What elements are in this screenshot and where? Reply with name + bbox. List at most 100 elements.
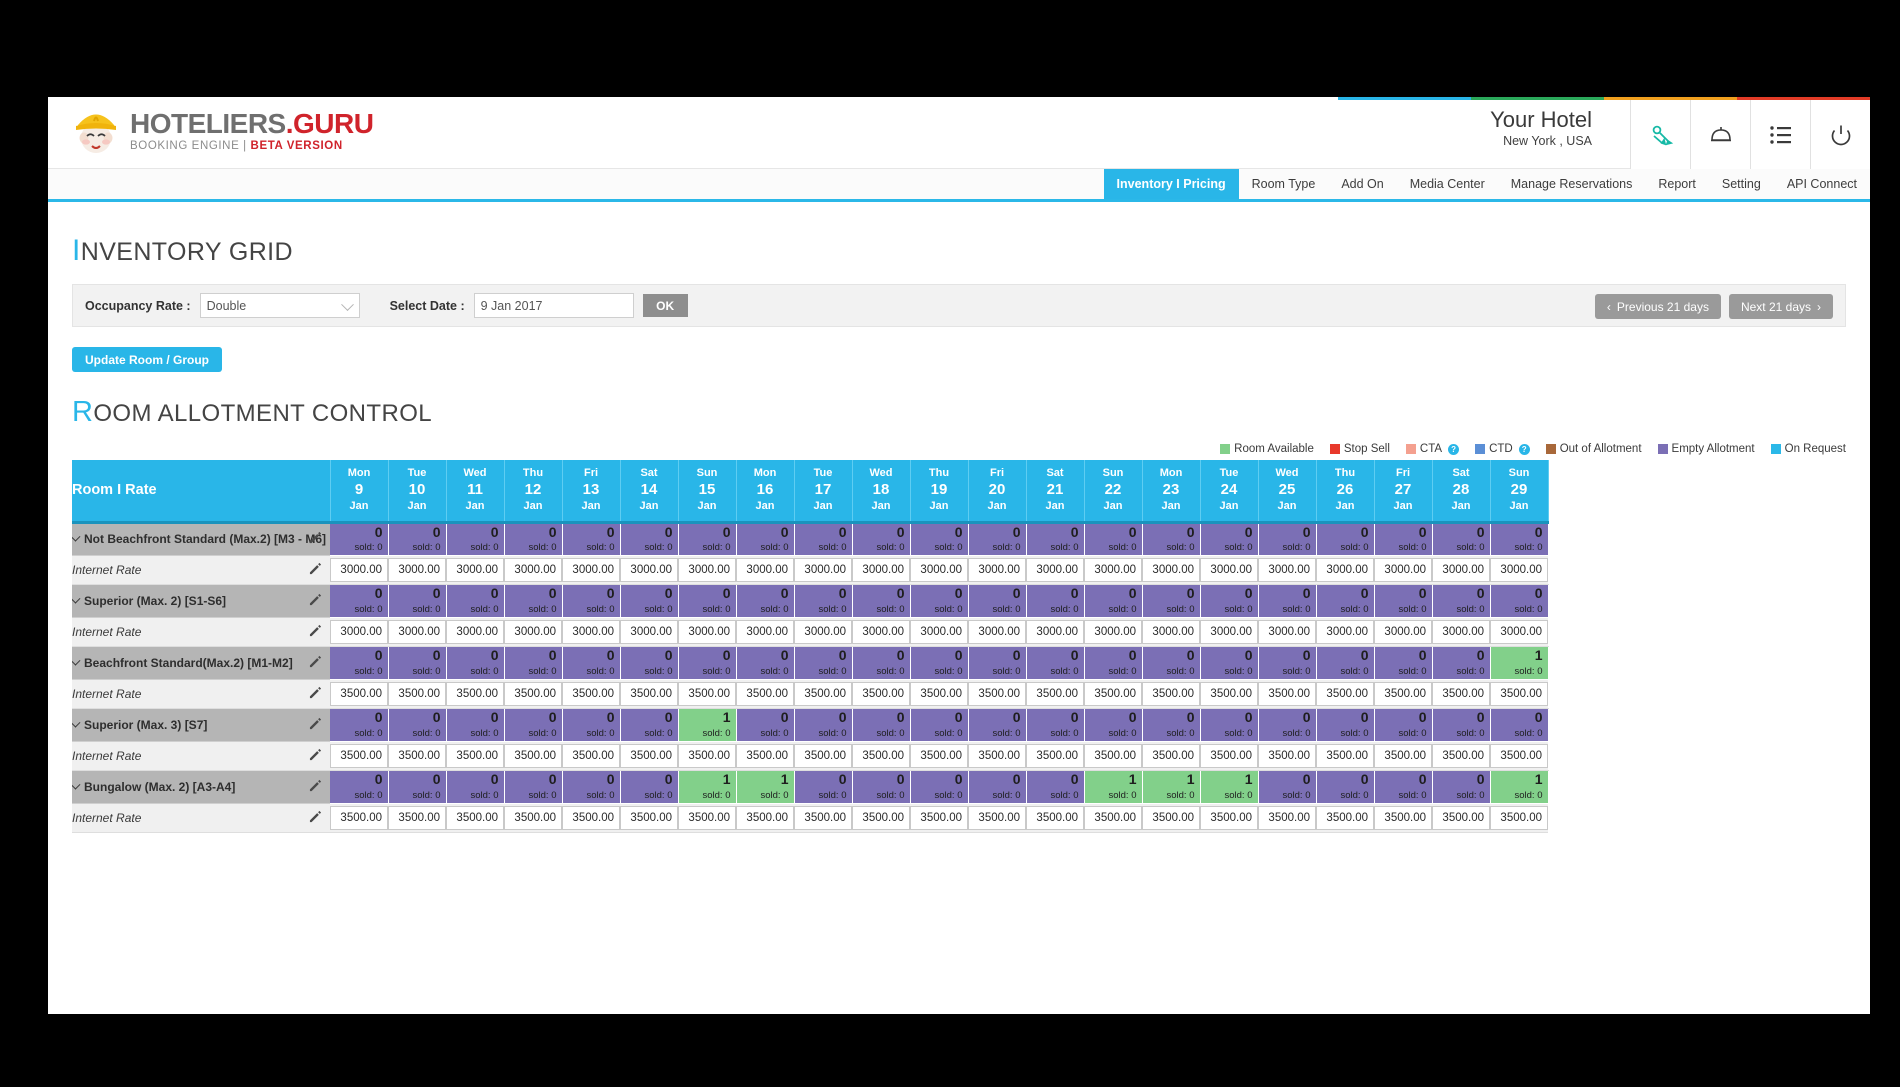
rate-input[interactable]: 3000.00 <box>1258 619 1316 644</box>
allotment-cell[interactable]: 0 sold: 0 <box>1258 646 1317 680</box>
allotment-cell[interactable]: 0 sold: 0 <box>852 708 911 742</box>
allotment-cell[interactable]: 0 sold: 0 <box>1316 584 1375 618</box>
rate-input[interactable]: 3500.00 <box>968 743 1026 768</box>
rate-input[interactable]: 3000.00 <box>446 619 504 644</box>
allotment-cell[interactable]: 0 sold: 0 <box>1374 708 1433 742</box>
rate-input[interactable]: 3000.00 <box>1142 557 1200 582</box>
allotment-cell[interactable]: 1 sold: 0 <box>678 708 737 742</box>
rate-input[interactable]: 3500.00 <box>1490 805 1548 830</box>
allotment-cell[interactable]: 0 sold: 0 <box>1490 522 1549 556</box>
rate-input[interactable]: 3500.00 <box>562 681 620 706</box>
allotment-cell[interactable]: 0 sold: 0 <box>504 584 563 618</box>
allotment-cell[interactable]: 0 sold: 0 <box>388 584 447 618</box>
allotment-cell[interactable]: 0 sold: 0 <box>1026 646 1085 680</box>
allotment-cell[interactable]: 0 sold: 0 <box>1258 708 1317 742</box>
allotment-cell[interactable]: 0 sold: 0 <box>330 522 389 556</box>
rate-input[interactable]: 3000.00 <box>330 619 388 644</box>
allotment-cell[interactable]: 0 sold: 0 <box>1316 770 1375 804</box>
rate-input[interactable]: 3000.00 <box>1432 619 1490 644</box>
rate-input[interactable]: 3000.00 <box>620 619 678 644</box>
rate-input[interactable]: 3500.00 <box>910 805 968 830</box>
rate-input[interactable]: 3500.00 <box>1026 805 1084 830</box>
rate-input[interactable]: 3500.00 <box>910 743 968 768</box>
rate-input[interactable]: 3500.00 <box>620 681 678 706</box>
rate-input[interactable]: 3500.00 <box>562 743 620 768</box>
allotment-cell[interactable]: 0 sold: 0 <box>1432 646 1491 680</box>
allotment-cell[interactable]: 1 sold: 0 <box>736 770 795 804</box>
allotment-cell[interactable]: 0 sold: 0 <box>968 770 1027 804</box>
rate-input[interactable]: 3500.00 <box>1142 743 1200 768</box>
allotment-cell[interactable]: 0 sold: 0 <box>1258 770 1317 804</box>
power-icon[interactable] <box>1810 100 1870 169</box>
chevron-expand-icon[interactable] <box>72 717 81 728</box>
rate-input[interactable]: 3500.00 <box>446 743 504 768</box>
allotment-cell[interactable]: 0 sold: 0 <box>1490 708 1549 742</box>
allotment-cell[interactable]: 0 sold: 0 <box>968 522 1027 556</box>
room-name-cell[interactable]: Superior (Max. 3) [S7] <box>72 708 330 742</box>
rate-input[interactable]: 3000.00 <box>1026 557 1084 582</box>
rate-input[interactable]: 3000.00 <box>504 619 562 644</box>
rate-input[interactable]: 3000.00 <box>910 619 968 644</box>
rate-input[interactable]: 3500.00 <box>1316 805 1374 830</box>
allotment-cell[interactable]: 0 sold: 0 <box>1258 522 1317 556</box>
rate-input[interactable]: 3500.00 <box>504 743 562 768</box>
rate-input[interactable]: 3500.00 <box>330 681 388 706</box>
nav-item-add-on[interactable]: Add On <box>1328 169 1396 199</box>
allotment-cell[interactable]: 0 sold: 0 <box>330 584 389 618</box>
allotment-cell[interactable]: 0 sold: 0 <box>1026 584 1085 618</box>
rate-input[interactable]: 3500.00 <box>1432 681 1490 706</box>
rate-input[interactable]: 3500.00 <box>446 805 504 830</box>
allotment-cell[interactable]: 0 sold: 0 <box>504 646 563 680</box>
rate-input[interactable]: 3000.00 <box>852 557 910 582</box>
allotment-cell[interactable]: 0 sold: 0 <box>330 646 389 680</box>
allotment-cell[interactable]: 0 sold: 0 <box>794 770 853 804</box>
allotment-cell[interactable]: 0 sold: 0 <box>446 522 505 556</box>
rate-input[interactable]: 3500.00 <box>1374 805 1432 830</box>
edit-pencil-icon[interactable] <box>309 624 322 640</box>
rate-input[interactable]: 3500.00 <box>1258 805 1316 830</box>
rate-input[interactable]: 3000.00 <box>562 619 620 644</box>
rate-input[interactable]: 3000.00 <box>794 619 852 644</box>
allotment-cell[interactable]: 0 sold: 0 <box>794 646 853 680</box>
allotment-cell[interactable]: 0 sold: 0 <box>1142 522 1201 556</box>
rate-input[interactable]: 3500.00 <box>330 743 388 768</box>
allotment-cell[interactable]: 0 sold: 0 <box>1374 646 1433 680</box>
allotment-cell[interactable]: 0 sold: 0 <box>1200 646 1259 680</box>
rate-input[interactable]: 3000.00 <box>1142 619 1200 644</box>
rate-input[interactable]: 3500.00 <box>504 805 562 830</box>
rate-input[interactable]: 3000.00 <box>1490 619 1548 644</box>
nav-item-media-center[interactable]: Media Center <box>1397 169 1498 199</box>
edit-pencil-icon[interactable] <box>309 686 322 702</box>
occupancy-rate-select[interactable]: Double <box>199 293 360 318</box>
chevron-expand-icon[interactable] <box>72 593 81 604</box>
rate-input[interactable]: 3500.00 <box>1490 743 1548 768</box>
allotment-cell[interactable]: 0 sold: 0 <box>388 770 447 804</box>
allotment-cell[interactable]: 0 sold: 0 <box>1084 522 1143 556</box>
allotment-cell[interactable]: 0 sold: 0 <box>794 522 853 556</box>
allotment-cell[interactable]: 0 sold: 0 <box>1432 584 1491 618</box>
rate-input[interactable]: 3500.00 <box>794 743 852 768</box>
allotment-cell[interactable]: 0 sold: 0 <box>1026 522 1085 556</box>
allotment-cell[interactable]: 0 sold: 0 <box>1432 770 1491 804</box>
edit-pencil-icon[interactable] <box>309 779 322 795</box>
info-icon[interactable]: ? <box>1518 443 1530 455</box>
rate-input[interactable]: 3000.00 <box>736 557 794 582</box>
rate-input[interactable]: 3500.00 <box>1490 681 1548 706</box>
rate-input[interactable]: 3500.00 <box>504 681 562 706</box>
rate-input[interactable]: 3000.00 <box>620 557 678 582</box>
rate-input[interactable]: 3000.00 <box>1316 557 1374 582</box>
edit-pencil-icon[interactable] <box>309 748 322 764</box>
allotment-cell[interactable]: 0 sold: 0 <box>330 708 389 742</box>
rate-input[interactable]: 3000.00 <box>1258 557 1316 582</box>
allotment-cell[interactable]: 0 sold: 0 <box>388 708 447 742</box>
allotment-cell[interactable]: 0 sold: 0 <box>504 708 563 742</box>
allotment-cell[interactable]: 0 sold: 0 <box>1142 584 1201 618</box>
allotment-cell[interactable]: 0 sold: 0 <box>388 522 447 556</box>
rate-input[interactable]: 3000.00 <box>1432 557 1490 582</box>
rate-plan-name-cell[interactable]: Internet Rate <box>72 741 330 771</box>
allotment-cell[interactable]: 0 sold: 0 <box>504 522 563 556</box>
allotment-cell[interactable]: 0 sold: 0 <box>678 584 737 618</box>
rate-input[interactable]: 3500.00 <box>852 743 910 768</box>
rate-input[interactable]: 3500.00 <box>1374 743 1432 768</box>
nav-item-api-connect[interactable]: API Connect <box>1774 169 1870 199</box>
